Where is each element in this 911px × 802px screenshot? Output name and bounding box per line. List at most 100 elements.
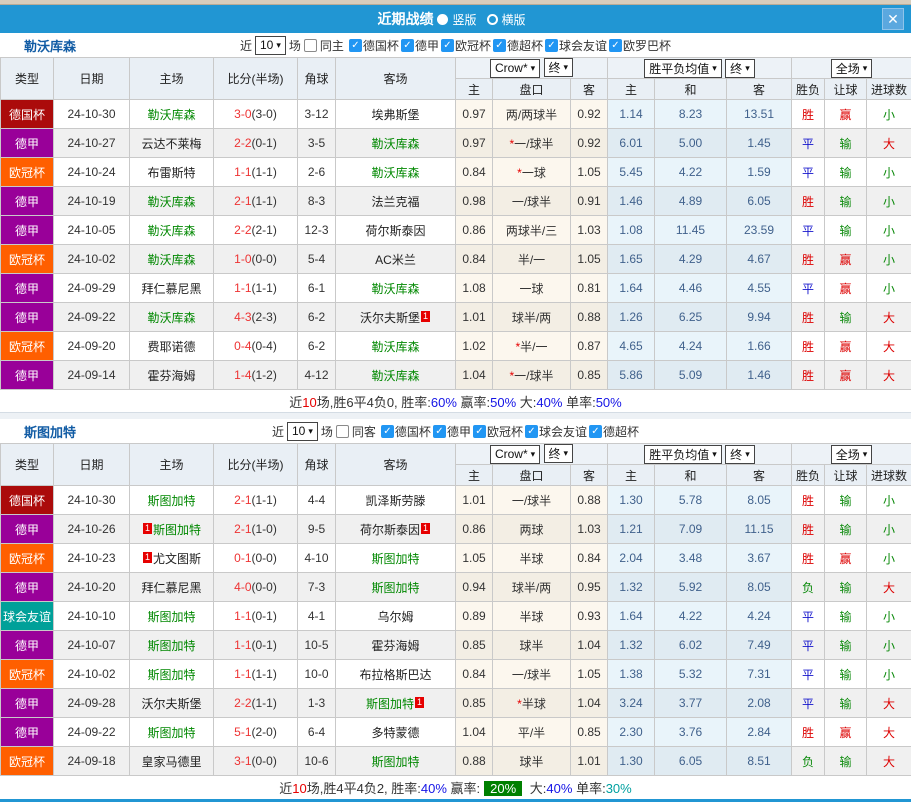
home-team-name: 勒沃库森 xyxy=(147,195,195,209)
summary-segment: 近 xyxy=(289,395,302,410)
vertical-layout-radio[interactable] xyxy=(437,14,448,25)
home-team-cell: 勒沃库森 xyxy=(130,216,214,245)
corner-count: 6-2 xyxy=(298,332,336,361)
match-row: 球会友谊 24-10-10 斯图加特 1-1(0-1) 4-1 乌尔姆 0.89… xyxy=(1,602,911,631)
league-type-badge: 德国杯 xyxy=(1,100,54,129)
close-icon[interactable]: ✕ xyxy=(882,8,904,30)
home-team-name: 霍芬海姆 xyxy=(147,369,195,383)
checked-checkbox-icon[interactable]: ✓ xyxy=(589,425,602,438)
home-team-cell: 斯图加特 xyxy=(130,602,214,631)
mean-away-odds: 1.66 xyxy=(727,332,792,361)
result-win-draw-loss: 平 xyxy=(792,216,825,245)
mean-away-odds: 4.24 xyxy=(727,602,792,631)
fulltime-select[interactable]: 全场▾ xyxy=(831,445,873,464)
checked-checkbox-icon[interactable]: ✓ xyxy=(473,425,486,438)
match-date: 24-10-02 xyxy=(54,660,130,689)
checked-checkbox-icon[interactable]: ✓ xyxy=(525,425,538,438)
league-checkbox-item[interactable]: ✓德国杯 xyxy=(381,423,431,440)
handicap-home-odds: 0.94 xyxy=(456,573,493,602)
odds-time-select[interactable]: 终▾ xyxy=(544,58,574,77)
score-cell: 2-2(0-1) xyxy=(214,129,298,158)
league-type-badge: 欧冠杯 xyxy=(1,544,54,573)
league-checkbox-item[interactable]: ✓德超杯 xyxy=(493,37,543,54)
result-win-draw-loss: 胜 xyxy=(792,245,825,274)
match-count-select[interactable]: 10▾ xyxy=(287,422,318,441)
league-checkbox-item[interactable]: ✓德甲 xyxy=(401,37,439,54)
result-win-draw-loss: 平 xyxy=(792,631,825,660)
mean-time-select[interactable]: 终▾ xyxy=(725,445,755,464)
chevron-down-icon: ▾ xyxy=(863,449,868,460)
checked-checkbox-icon[interactable]: ✓ xyxy=(433,425,446,438)
handicap-line: *一/球半 xyxy=(493,361,571,390)
halftime-score: (0-0) xyxy=(252,551,277,565)
mean-home-odds: 1.26 xyxy=(608,303,655,332)
score-cell: 1-1(0-1) xyxy=(214,631,298,660)
away-team-cell: 凯泽斯劳滕 xyxy=(336,486,456,515)
handicap-line-text: 一球 xyxy=(519,282,543,296)
checked-checkbox-icon[interactable]: ✓ xyxy=(401,39,414,52)
league-checkbox-item[interactable]: ✓欧冠杯 xyxy=(441,37,491,54)
league-checkbox-item[interactable]: ✓欧罗巴杯 xyxy=(609,37,671,54)
league-checkbox-item[interactable]: ✓德超杯 xyxy=(589,423,639,440)
halftime-score: (1-1) xyxy=(252,667,277,681)
match-date: 24-10-07 xyxy=(54,631,130,660)
result-handicap: 输 xyxy=(825,631,867,660)
mean-odds-select[interactable]: 胜平负均值▾ xyxy=(644,445,722,464)
mean-home-odds: 5.45 xyxy=(608,158,655,187)
handicap-line-text: 一/球半 xyxy=(512,494,551,508)
checked-checkbox-icon[interactable]: ✓ xyxy=(609,39,622,52)
league-label: 球会友谊 xyxy=(559,37,607,54)
checked-checkbox-icon[interactable]: ✓ xyxy=(381,425,394,438)
horizontal-layout-radio[interactable] xyxy=(487,14,498,25)
result-goals-over-under: 小 xyxy=(867,216,911,245)
match-row: 德甲 24-10-20 拜仁慕尼黑 4-0(0-0) 7-3 斯图加特 0.94… xyxy=(1,573,911,602)
same-venue-checkbox[interactable] xyxy=(304,39,317,52)
odds-source-select[interactable]: Crow*▾ xyxy=(490,59,540,78)
checked-checkbox-icon[interactable]: ✓ xyxy=(349,39,362,52)
summary-segment: 10 xyxy=(302,395,316,410)
mean-home-odds: 1.64 xyxy=(608,274,655,303)
fulltime-select[interactable]: 全场▾ xyxy=(831,59,873,78)
mean-away-odds: 7.31 xyxy=(727,660,792,689)
vertical-layout-label[interactable]: 竖版 xyxy=(452,11,476,28)
checked-checkbox-icon[interactable]: ✓ xyxy=(441,39,454,52)
handicap-line-text: 半球 xyxy=(522,697,546,711)
same-venue-checkbox[interactable] xyxy=(336,425,349,438)
home-team-name: 斯图加特 xyxy=(147,494,195,508)
match-count-select[interactable]: 10▾ xyxy=(255,36,286,55)
league-checkbox-item[interactable]: ✓欧冠杯 xyxy=(473,423,523,440)
handicap-away-odds: 1.05 xyxy=(571,245,608,274)
league-checkbox-item[interactable]: ✓德国杯 xyxy=(349,37,399,54)
league-checkbox-item[interactable]: ✓球会友谊 xyxy=(525,423,587,440)
match-date: 24-10-05 xyxy=(54,216,130,245)
col-odds-line: 盘口 xyxy=(493,79,571,100)
odds-source-select[interactable]: Crow*▾ xyxy=(490,445,540,464)
horizontal-layout-label[interactable]: 横版 xyxy=(502,11,526,28)
mean-away-odds: 1.59 xyxy=(727,158,792,187)
result-goals-over-under: 大 xyxy=(867,303,911,332)
result-handicap: 输 xyxy=(825,216,867,245)
summary-segment: 场,胜6平4负0, 胜率: xyxy=(317,395,431,410)
score-cell: 1-4(1-2) xyxy=(214,361,298,390)
fulltime-score: 2-2 xyxy=(234,223,251,237)
odds-time-select[interactable]: 终▾ xyxy=(544,444,574,463)
result-goals-over-under: 小 xyxy=(867,631,911,660)
checked-checkbox-icon[interactable]: ✓ xyxy=(545,39,558,52)
away-team-cell: 斯图加特 xyxy=(336,573,456,602)
col-odds-home: 主 xyxy=(456,79,493,100)
corner-count: 3-5 xyxy=(298,129,336,158)
match-row: 德甲 24-09-22 勒沃库森 4-3(2-3) 6-2 沃尔夫斯堡1 1.0… xyxy=(1,303,911,332)
result-handicap: 赢 xyxy=(825,100,867,129)
checked-checkbox-icon[interactable]: ✓ xyxy=(493,39,506,52)
away-team-name: 斯图加特 xyxy=(371,755,419,769)
handicap-home-odds: 0.84 xyxy=(456,158,493,187)
handicap-away-odds: 0.92 xyxy=(571,100,608,129)
league-checkbox-item[interactable]: ✓球会友谊 xyxy=(545,37,607,54)
mean-home-odds: 2.30 xyxy=(608,718,655,747)
mean-odds-select[interactable]: 胜平负均值▾ xyxy=(644,59,722,78)
handicap-line: *平/半 xyxy=(493,718,571,747)
fulltime-score: 2-2 xyxy=(234,696,251,710)
mean-away-odds: 1.45 xyxy=(727,129,792,158)
mean-time-select[interactable]: 终▾ xyxy=(725,59,755,78)
league-checkbox-item[interactable]: ✓德甲 xyxy=(433,423,471,440)
